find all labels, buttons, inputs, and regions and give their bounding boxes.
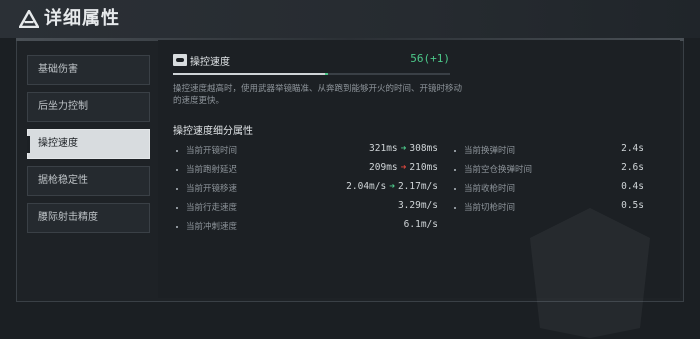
row-value: 2.6s	[621, 162, 644, 173]
page-title: 详细属性	[44, 8, 120, 29]
value-to: 210ms	[409, 162, 438, 173]
tab-base-damage[interactable]: 基础伤害	[27, 55, 150, 85]
stat-description: 操控速度越高时，使用武器举镜瞄准、从奔跑到能够开火的时间、开镜时移动的速度更快。	[173, 84, 463, 106]
row-label: 当前跑射延迟	[186, 165, 238, 175]
bullet	[176, 188, 178, 190]
breakdown-list-left: 当前开镜时间 321ms ➜ 308ms 当前跑射延迟 209ms ➜ 210ms 当前…	[176, 143, 438, 238]
breakdown-row: 当前切枪时间 0.5s	[454, 200, 644, 219]
row-label: 当前开镜时间	[186, 146, 238, 156]
row-label: 当前开镜移速	[186, 184, 238, 194]
stat-header: 操控速度 56(+1)	[173, 52, 450, 74]
breakdown-row: 当前空仓换弹时间 2.6s	[454, 162, 644, 181]
row-value: 209ms ➜ 210ms	[369, 162, 438, 173]
tab-label: 操控速度	[38, 138, 78, 149]
row-label: 当前切枪时间	[464, 203, 516, 213]
breakdown-list-right: 当前换弹时间 2.4s 当前空仓换弹时间 2.6s 当前收枪时间 0.4s 当前…	[454, 143, 644, 219]
attribute-tabs: 基础伤害 后坐力控制 操控速度 据枪稳定性 腰际射击精度	[27, 55, 150, 240]
value-from: 321ms	[369, 143, 398, 154]
breakdown-row: 当前换弹时间 2.4s	[454, 143, 644, 162]
breakdown-row: 当前跑射延迟 209ms ➜ 210ms	[176, 162, 438, 181]
stat-name: 操控速度	[190, 57, 230, 68]
value-from: 2.04m/s	[346, 181, 387, 192]
arrow-right-red-icon: ➜	[400, 162, 407, 173]
bullet	[176, 169, 178, 171]
tab-handling-speed[interactable]: 操控速度	[27, 129, 150, 159]
row-value: 321ms ➜ 308ms	[369, 143, 438, 154]
breakdown-row: 当前收枪时间 0.4s	[454, 181, 644, 200]
arrow-right-green-icon: ➜	[389, 181, 395, 192]
tab-label: 基础伤害	[38, 64, 78, 75]
breakdown-row: 当前开镜时间 321ms ➜ 308ms	[176, 143, 438, 162]
bullet	[454, 169, 456, 171]
row-value: 3.29m/s	[397, 200, 438, 211]
value-to: 308ms	[409, 143, 438, 154]
row-value: 6.1m/s	[403, 219, 438, 230]
row-label: 当前冲刺速度	[186, 222, 238, 232]
title-bar: 详细属性	[0, 0, 700, 38]
stat-progress-bar	[173, 73, 450, 75]
bullet	[176, 150, 178, 152]
row-value: 0.5s	[621, 200, 644, 211]
bullet	[176, 226, 178, 228]
row-label: 当前空仓换弹时间	[464, 165, 533, 175]
row-label: 当前行走速度	[186, 203, 238, 213]
stat-progress-bonus	[325, 73, 329, 75]
value-to: 2.17m/s	[397, 181, 438, 192]
breakdown-row: 当前冲刺速度 6.1m/s	[176, 219, 438, 238]
arrow-right-green-icon: ➜	[400, 143, 407, 154]
bullet	[454, 207, 456, 209]
row-value: 0.4s	[621, 181, 644, 192]
row-value: 2.4s	[621, 143, 644, 154]
emblem-watermark	[530, 208, 650, 338]
stat-value: 56(+1)	[410, 52, 450, 65]
warning-triangle-icon	[19, 10, 39, 28]
breakdown-row: 当前行走速度 3.29m/s	[176, 200, 438, 219]
bullet	[454, 150, 456, 152]
tab-label: 后坐力控制	[38, 101, 88, 112]
handling-icon	[173, 54, 187, 66]
tab-recoil-control[interactable]: 后坐力控制	[27, 92, 150, 122]
row-value: 2.04m/s ➜ 2.17m/s	[346, 181, 438, 192]
row-label: 当前收枪时间	[464, 184, 516, 194]
bullet	[176, 207, 178, 209]
breakdown-row: 当前开镜移速 2.04m/s ➜ 2.17m/s	[176, 181, 438, 200]
tab-label: 据枪稳定性	[38, 175, 88, 186]
tab-label: 腰际射击精度	[38, 212, 98, 223]
bullet	[454, 188, 456, 190]
stat-progress-fill	[173, 73, 326, 75]
value-from: 209ms	[369, 162, 398, 173]
tab-hipfire-accuracy[interactable]: 腰际射击精度	[27, 203, 150, 233]
row-label: 当前换弹时间	[464, 146, 516, 156]
breakdown-title: 操控速度细分属性	[173, 126, 253, 137]
tab-aim-stability[interactable]: 据枪稳定性	[27, 166, 150, 196]
